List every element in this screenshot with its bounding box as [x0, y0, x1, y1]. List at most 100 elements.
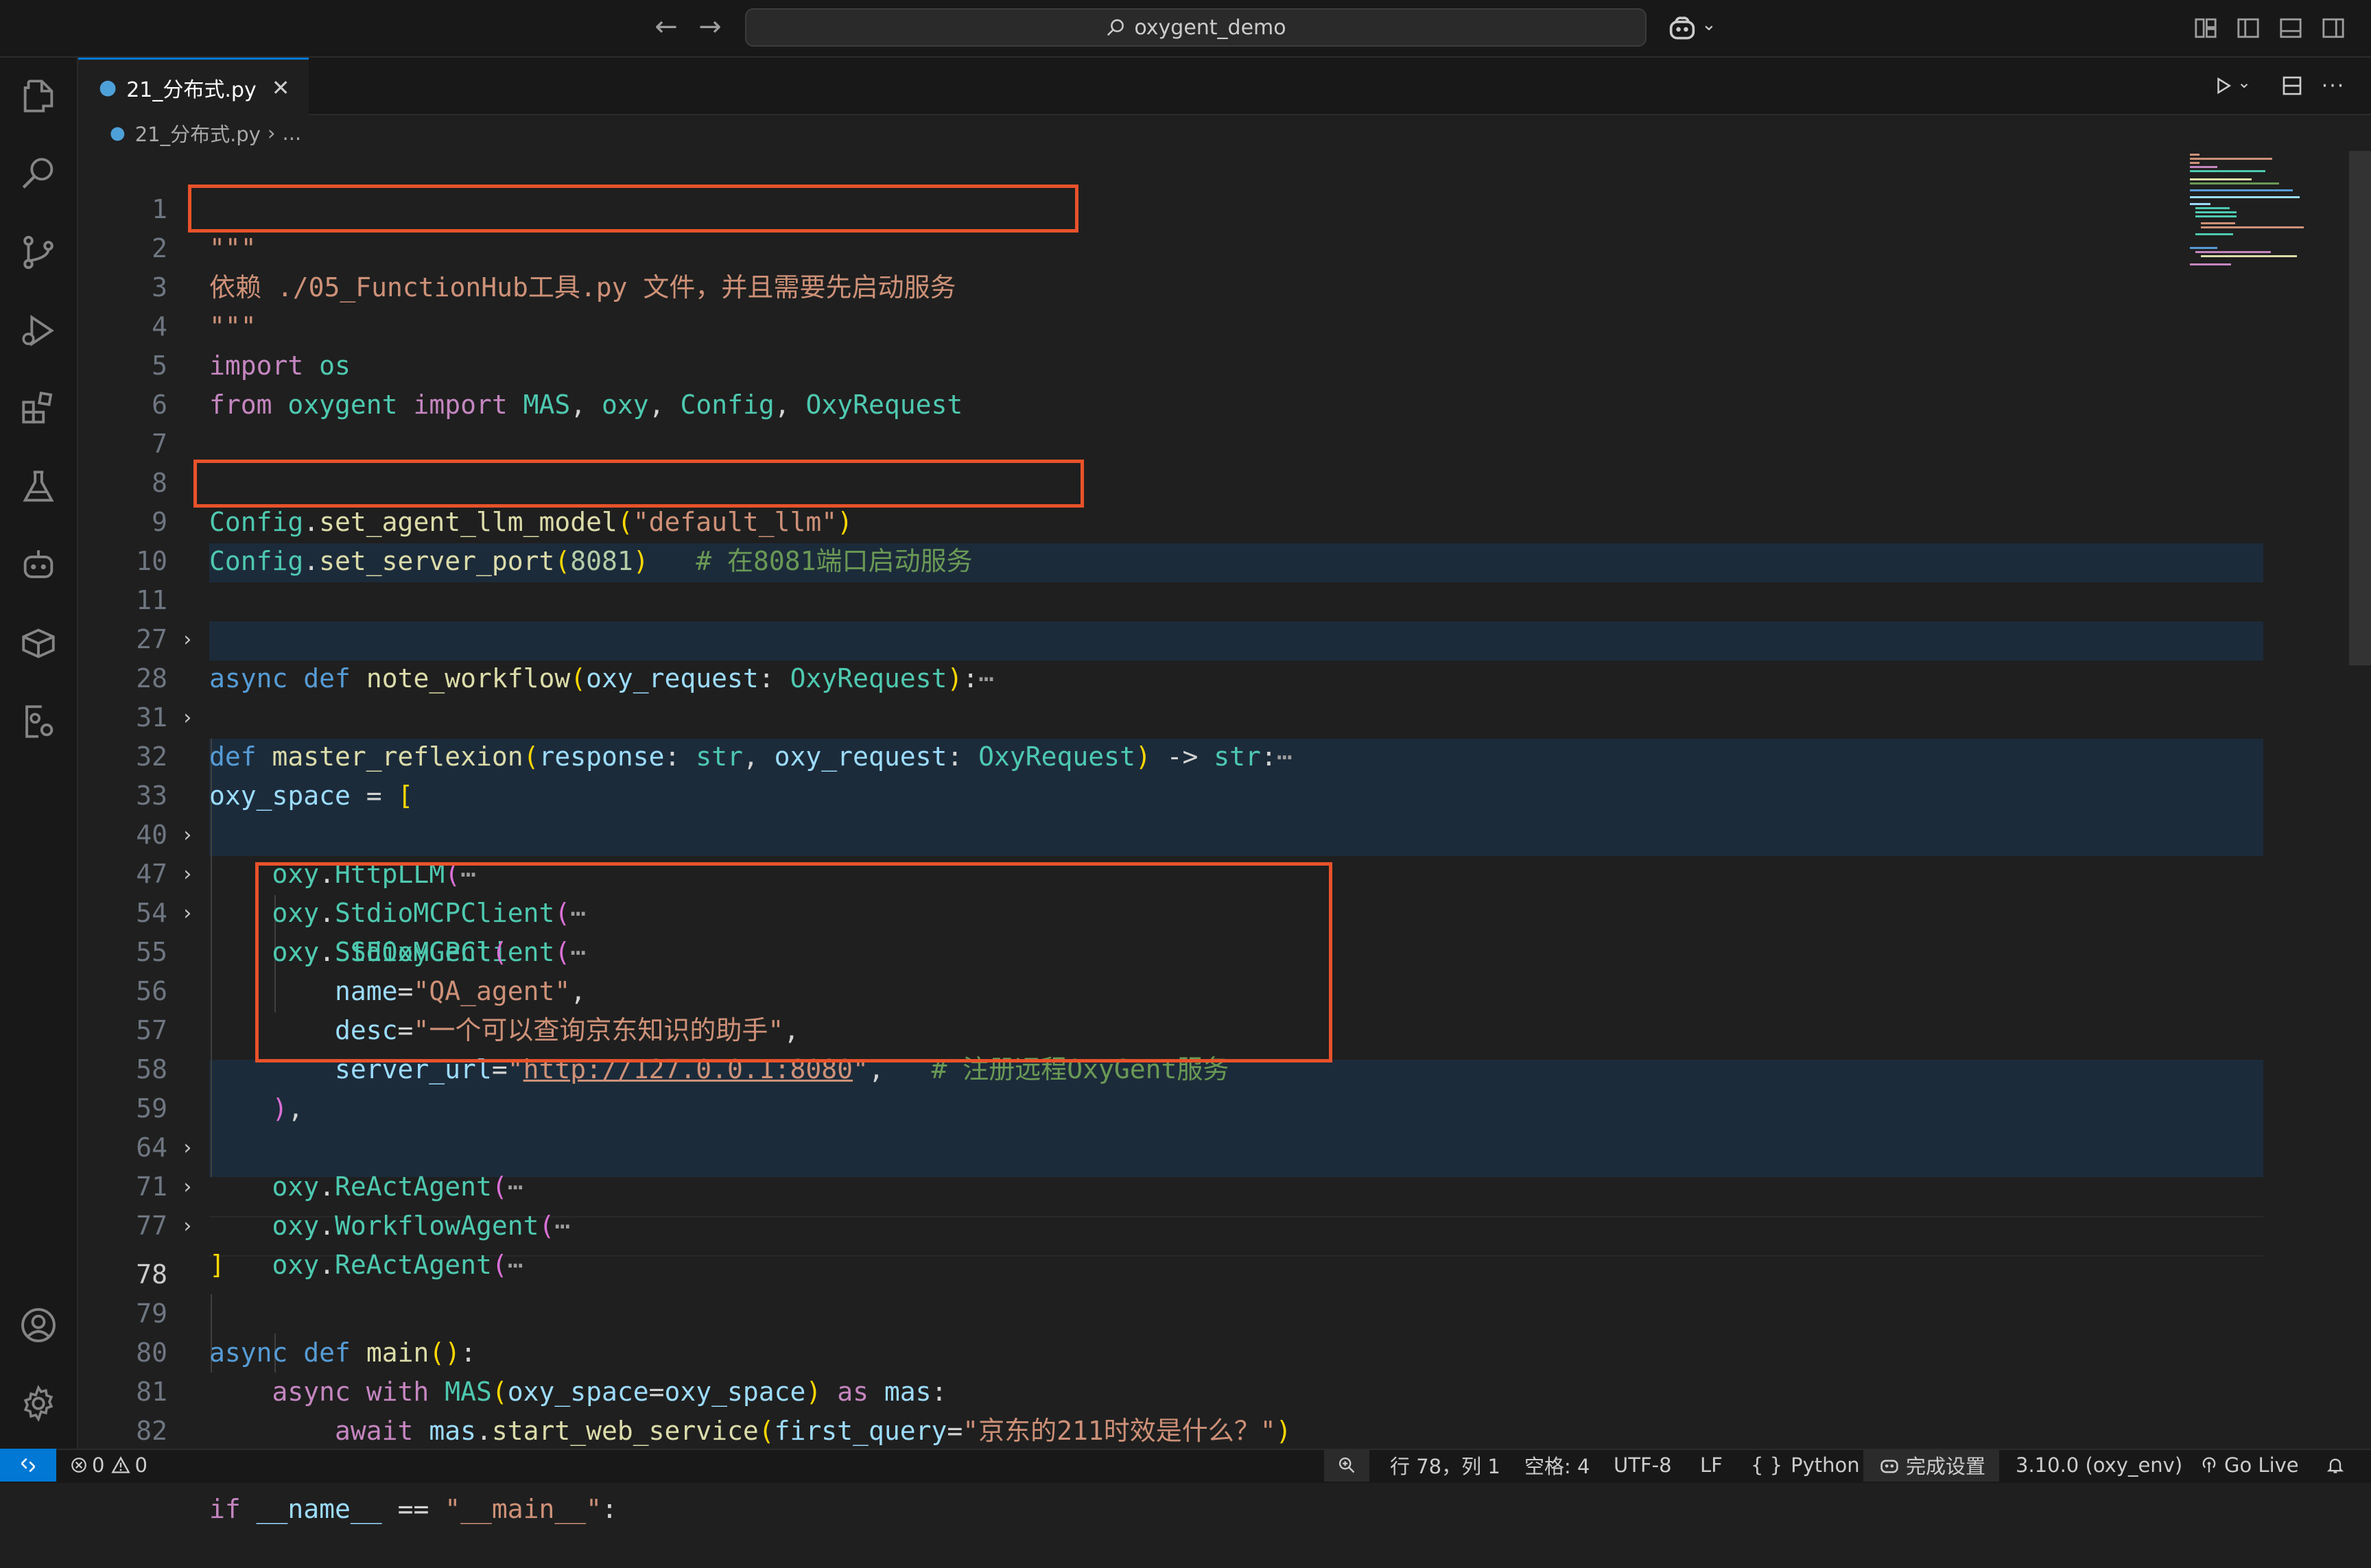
split-editor-button[interactable]	[2275, 69, 2309, 103]
run-debug-icon	[22, 315, 54, 346]
toggle-panel-button[interactable]	[2275, 12, 2307, 44]
code-line: 40 › oxy.StdioMCPClient(⋯	[136, 820, 587, 928]
manage-gear-icon	[23, 1384, 54, 1423]
copilot-icon	[1669, 16, 1695, 40]
error-icon	[71, 1458, 86, 1473]
broadcast-icon	[2202, 1457, 2216, 1473]
code-line: 11 › async def note_workflow(oxy_request…	[136, 585, 995, 693]
explorer-icon	[23, 80, 54, 112]
code-line-current: 78	[136, 1259, 167, 1290]
code-line: 82	[136, 1416, 167, 1446]
forward-button[interactable]: →	[693, 10, 727, 44]
code-line: 79 async def main():	[136, 1298, 476, 1368]
code-line: 71 › oxy.ReActAgent(⋯	[136, 1172, 523, 1280]
extensions-icon	[22, 391, 53, 424]
warning-count: 0	[134, 1453, 148, 1477]
minimap[interactable]	[2182, 151, 2346, 288]
play-icon	[2217, 77, 2232, 95]
copilot-chat-icon	[23, 550, 54, 578]
code-line: 5 from oxygent import MAS, oxy, Config, …	[152, 351, 963, 420]
more-actions-button[interactable]: ···	[2316, 69, 2350, 103]
scrollbar-thumb[interactable]	[2349, 151, 2371, 665]
python-file-icon: ●	[99, 75, 117, 99]
annotation-box-sse-oxygent	[255, 862, 1332, 1062]
remote-indicator[interactable]	[0, 1449, 56, 1482]
activity-explorer[interactable]	[0, 62, 77, 130]
end-of-line[interactable]: LF	[1700, 1449, 1723, 1482]
indentation[interactable]: 空格: 4	[1524, 1449, 1590, 1482]
code-editor[interactable]: 1 """ 2 依赖 ./05_FunctionHub工具.py 文件，并且需要…	[78, 151, 2371, 1524]
search-icon	[22, 158, 54, 189]
tab-bar	[78, 58, 2371, 115]
code-line: 64 › oxy.WorkflowAgent(⋯	[136, 1132, 571, 1241]
code-line: 32 oxy_space = [	[136, 741, 414, 811]
search-icon	[1107, 19, 1124, 36]
activity-search[interactable]	[0, 140, 77, 209]
toggle-primary-sidebar-button[interactable]	[2232, 12, 2264, 44]
copilot-status[interactable]: 完成设置	[1863, 1449, 2000, 1482]
code-line: 10	[136, 546, 167, 576]
code-line: 47 › oxy.StdioMCPClient(⋯	[136, 859, 587, 967]
toggle-panel-icon	[2280, 18, 2302, 38]
go-live-button[interactable]: Go Live	[2199, 1449, 2299, 1482]
arrow-left-icon: ←	[654, 11, 678, 43]
close-icon[interactable]: ✕	[272, 75, 290, 101]
problems-indicator[interactable]: 0 0	[70, 1449, 148, 1482]
chevron-down-icon: ⌄	[2237, 73, 2252, 92]
toggle-primary-sidebar-icon	[2237, 18, 2259, 38]
activity-copilot-chat[interactable]	[0, 531, 77, 599]
command-center-search[interactable]: oxygent_demo	[745, 8, 1647, 47]
activity-accounts[interactable]	[0, 1291, 77, 1359]
go-live-label: Go Live	[2224, 1453, 2299, 1477]
activity-remote-settings[interactable]	[0, 687, 77, 756]
activity-manage[interactable]	[0, 1369, 77, 1438]
remote-icon	[21, 1458, 36, 1473]
language-mode[interactable]: { } Python	[1751, 1449, 1860, 1482]
code-line: 6	[152, 390, 167, 420]
code-line: 77 ]	[136, 1211, 225, 1280]
breadcrumb-file[interactable]: 21_分布式.py	[135, 119, 261, 147]
breadcrumb-symbols[interactable]: ...	[283, 121, 302, 145]
warning-icon	[111, 1456, 131, 1473]
copilot-icon	[1880, 1460, 1898, 1473]
remote-settings-icon	[25, 705, 54, 738]
customize-layout-icon	[2195, 18, 2217, 38]
run-menu-button[interactable]: ⌄	[2234, 69, 2254, 103]
source-control-icon	[23, 235, 54, 270]
containers-icon	[22, 628, 55, 658]
code-line: 83 if __name__ == "__main__":	[136, 1455, 617, 1524]
customize-layout-button[interactable]	[2190, 12, 2221, 44]
back-button[interactable]: ←	[649, 10, 683, 44]
code-line: 4 import os	[152, 311, 351, 381]
notifications-button[interactable]	[2326, 1449, 2345, 1482]
bell-icon	[2326, 1458, 2344, 1473]
more-icon: ···	[2321, 73, 2346, 98]
search-label: oxygent_demo	[1134, 15, 1286, 40]
code-line: 27	[136, 624, 167, 654]
breadcrumb-separator: ›	[267, 121, 276, 145]
code-line: 33 › oxy.HttpLLM(⋯	[136, 781, 476, 889]
annotation-box-server-port	[193, 460, 1084, 508]
activity-testing[interactable]	[0, 453, 77, 521]
breadcrumb: ● 21_分布式.py › ...	[110, 115, 301, 151]
tab-21-distributed-py[interactable]: ● 21_分布式.py ✕	[78, 58, 309, 115]
python-file-icon: ●	[110, 123, 126, 143]
python-interpreter[interactable]: 3.10.0 (oxy_env)	[2016, 1449, 2182, 1482]
activity-extensions[interactable]	[0, 375, 77, 443]
language-label: Python	[1791, 1453, 1860, 1477]
cursor-position[interactable]: 行 78，列 1	[1390, 1449, 1500, 1482]
chevron-down-icon: ⌄	[1701, 14, 1717, 35]
zoom-indicator[interactable]	[1324, 1449, 1369, 1482]
code-line: 80 async with MAS(oxy_space=oxy_space) a…	[136, 1338, 947, 1407]
code-line: 31	[136, 702, 167, 733]
toggle-secondary-sidebar-button[interactable]	[2317, 12, 2349, 44]
toggle-secondary-sidebar-icon	[2322, 18, 2344, 38]
braces-icon: { }	[1751, 1453, 1783, 1477]
accounts-icon	[21, 1308, 56, 1342]
activity-containers[interactable]	[0, 609, 77, 678]
encoding[interactable]: UTF-8	[1614, 1449, 1672, 1482]
activity-run-debug[interactable]	[0, 296, 77, 365]
code-line: 7	[152, 429, 167, 459]
copilot-menu-button[interactable]: ⌄	[1667, 11, 1717, 45]
activity-source-control[interactable]	[0, 218, 77, 287]
